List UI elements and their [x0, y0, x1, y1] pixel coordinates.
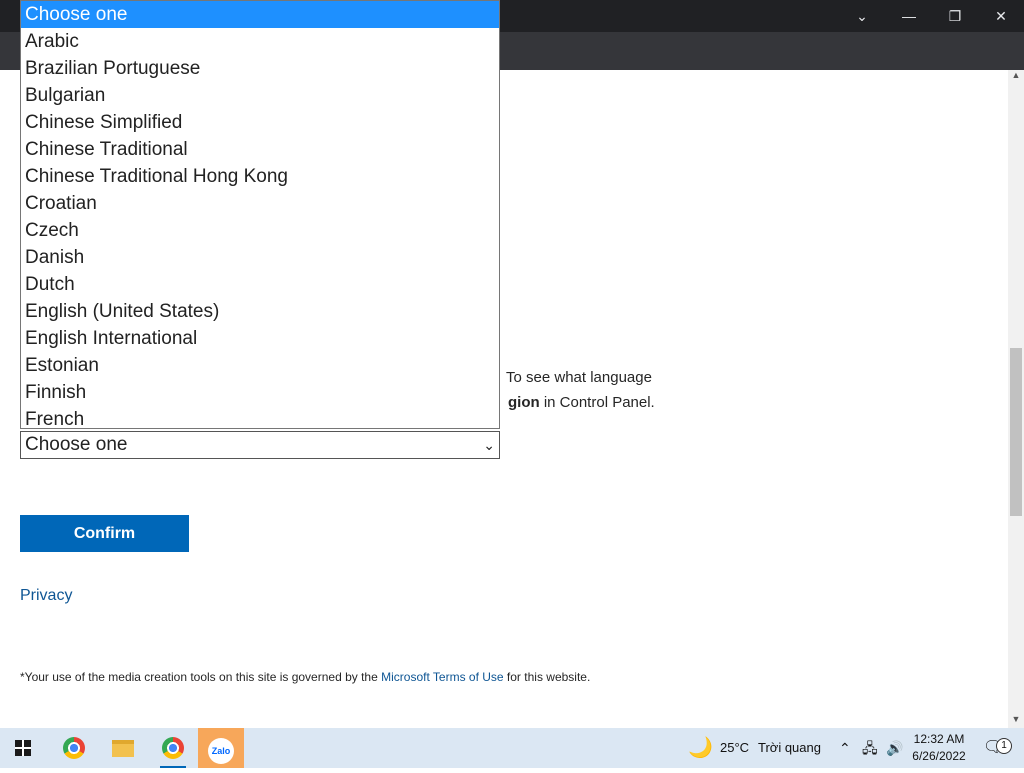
terms-prefix: *Your use of the media creation tools on…	[20, 670, 382, 684]
option-finnish[interactable]: Finnish	[21, 379, 499, 406]
region-bold-text: gion	[508, 394, 540, 411]
option-brazilian-portuguese[interactable]: Brazilian Portuguese	[21, 55, 499, 82]
option-french[interactable]: French	[21, 406, 499, 428]
option-chinese-traditional-hong-kong[interactable]: Chinese Traditional Hong Kong	[21, 163, 499, 190]
network-icon[interactable]: 🖧	[862, 728, 878, 768]
scroll-up-arrow-icon[interactable]: ▲	[1008, 70, 1024, 84]
restore-button[interactable]: ❐	[939, 4, 971, 28]
zalo-taskbar-button[interactable]: Zalo	[198, 728, 244, 768]
option-choose-one[interactable]: Choose one	[21, 1, 499, 28]
language-info-text: To see what language	[506, 369, 652, 386]
start-button[interactable]	[0, 728, 46, 768]
language-dropdown-list[interactable]: Choose one Arabic Brazilian Portuguese B…	[20, 0, 500, 429]
language-info-text-2: gion in Control Panel.	[508, 394, 655, 411]
weather-moon-icon[interactable]: 🌙	[688, 728, 713, 768]
weather-desc[interactable]: Trời quang	[758, 728, 821, 768]
option-chinese-simplified[interactable]: Chinese Simplified	[21, 109, 499, 136]
clock-date: 6/26/2022	[912, 749, 966, 763]
option-english-united-states[interactable]: English (United States)	[21, 298, 499, 325]
notification-badge: 1	[996, 738, 1012, 754]
option-english-international[interactable]: English International	[21, 325, 499, 352]
file-explorer-button[interactable]	[100, 728, 146, 768]
language-select-value: Choose one	[25, 434, 128, 455]
option-arabic[interactable]: Arabic	[21, 28, 499, 55]
page-scroll-thumb[interactable]	[1010, 348, 1022, 516]
terms-of-use-link[interactable]: Microsoft Terms of Use	[381, 670, 503, 684]
chevron-up-icon[interactable]: ⌃	[839, 728, 851, 768]
zalo-icon: Zalo	[208, 738, 234, 764]
option-estonian[interactable]: Estonian	[21, 352, 499, 379]
chrome-profile-icon	[162, 737, 184, 759]
clock[interactable]: 12:32 AM 6/26/2022	[906, 731, 972, 765]
chrome-taskbar-button[interactable]	[51, 728, 97, 768]
minimize-button[interactable]: —	[893, 4, 925, 28]
terms-text: *Your use of the media creation tools on…	[20, 670, 590, 684]
option-chinese-traditional[interactable]: Chinese Traditional	[21, 136, 499, 163]
option-danish[interactable]: Danish	[21, 244, 499, 271]
chrome-profile-taskbar-button[interactable]	[150, 728, 196, 768]
close-button[interactable]: ✕	[985, 4, 1017, 28]
control-panel-text: in Control Panel.	[539, 394, 655, 411]
confirm-button[interactable]: Confirm	[20, 515, 189, 552]
page-scrollbar[interactable]: ▲ ▼	[1008, 70, 1024, 728]
privacy-link[interactable]: Privacy	[20, 587, 72, 605]
chrome-icon	[63, 737, 85, 759]
option-bulgarian[interactable]: Bulgarian	[21, 82, 499, 109]
chevron-down-icon: ⌄	[483, 437, 495, 453]
taskbar: Zalo 🌙 25°C Trời quang ⌃ 🖧 🔊 12:32 AM 6/…	[0, 728, 1024, 768]
scroll-down-arrow-icon[interactable]: ▼	[1008, 714, 1024, 728]
volume-icon[interactable]: 🔊	[886, 728, 903, 768]
tab-search-icon[interactable]: ⌄	[846, 4, 878, 28]
option-croatian[interactable]: Croatian	[21, 190, 499, 217]
language-select[interactable]: Choose one ⌄	[20, 431, 500, 459]
terms-suffix: for this website.	[503, 670, 591, 684]
option-dutch[interactable]: Dutch	[21, 271, 499, 298]
weather-temp[interactable]: 25°C	[720, 728, 749, 768]
windows-logo-icon	[15, 740, 31, 756]
folder-icon	[112, 740, 134, 757]
clock-time: 12:32 AM	[913, 732, 965, 746]
option-czech[interactable]: Czech	[21, 217, 499, 244]
